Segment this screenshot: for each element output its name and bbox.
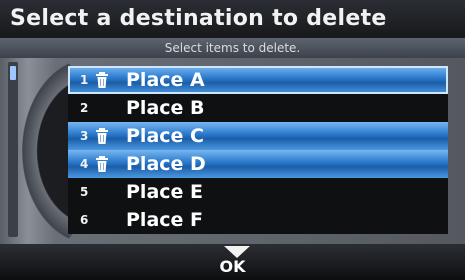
- list-item[interactable]: 3 Place C: [68, 122, 448, 150]
- page-title: Select a destination to delete: [0, 0, 465, 38]
- screen: Select a destination to delete Select it…: [0, 0, 465, 280]
- row-background: [68, 66, 448, 94]
- row-background: [68, 122, 448, 150]
- item-label: Place D: [126, 153, 206, 175]
- item-number: 4: [80, 157, 89, 171]
- destination-list: 1 Place A 2 Place B 3 Place C 4 Place D …: [68, 66, 448, 234]
- trash-icon: [96, 156, 108, 172]
- trash-icon: [96, 72, 108, 88]
- scrollbar[interactable]: [8, 62, 18, 237]
- item-number: 1: [80, 73, 89, 87]
- row-background: [68, 94, 448, 122]
- trash-icon: [96, 128, 108, 144]
- ok-button[interactable]: OK: [0, 258, 465, 276]
- item-label: Place E: [126, 181, 204, 203]
- list-item[interactable]: 4 Place D: [68, 150, 448, 178]
- list-item[interactable]: 5 Place E: [68, 178, 448, 206]
- item-number: 5: [80, 185, 89, 199]
- list-item[interactable]: 2 Place B: [68, 94, 448, 122]
- page-subtitle: Select items to delete.: [0, 38, 465, 58]
- item-label: Place C: [126, 125, 204, 147]
- item-label: Place B: [126, 97, 205, 119]
- item-number: 6: [80, 213, 89, 227]
- item-number: 3: [80, 129, 89, 143]
- scrollbar-thumb[interactable]: [10, 66, 16, 80]
- row-background: [68, 206, 448, 234]
- item-number: 2: [80, 101, 89, 115]
- item-label: Place A: [126, 69, 205, 91]
- row-background: [68, 178, 448, 206]
- item-label: Place F: [126, 209, 204, 231]
- list-item[interactable]: 1 Place A: [68, 66, 448, 94]
- list-item[interactable]: 6 Place F: [68, 206, 448, 234]
- row-background: [68, 150, 448, 178]
